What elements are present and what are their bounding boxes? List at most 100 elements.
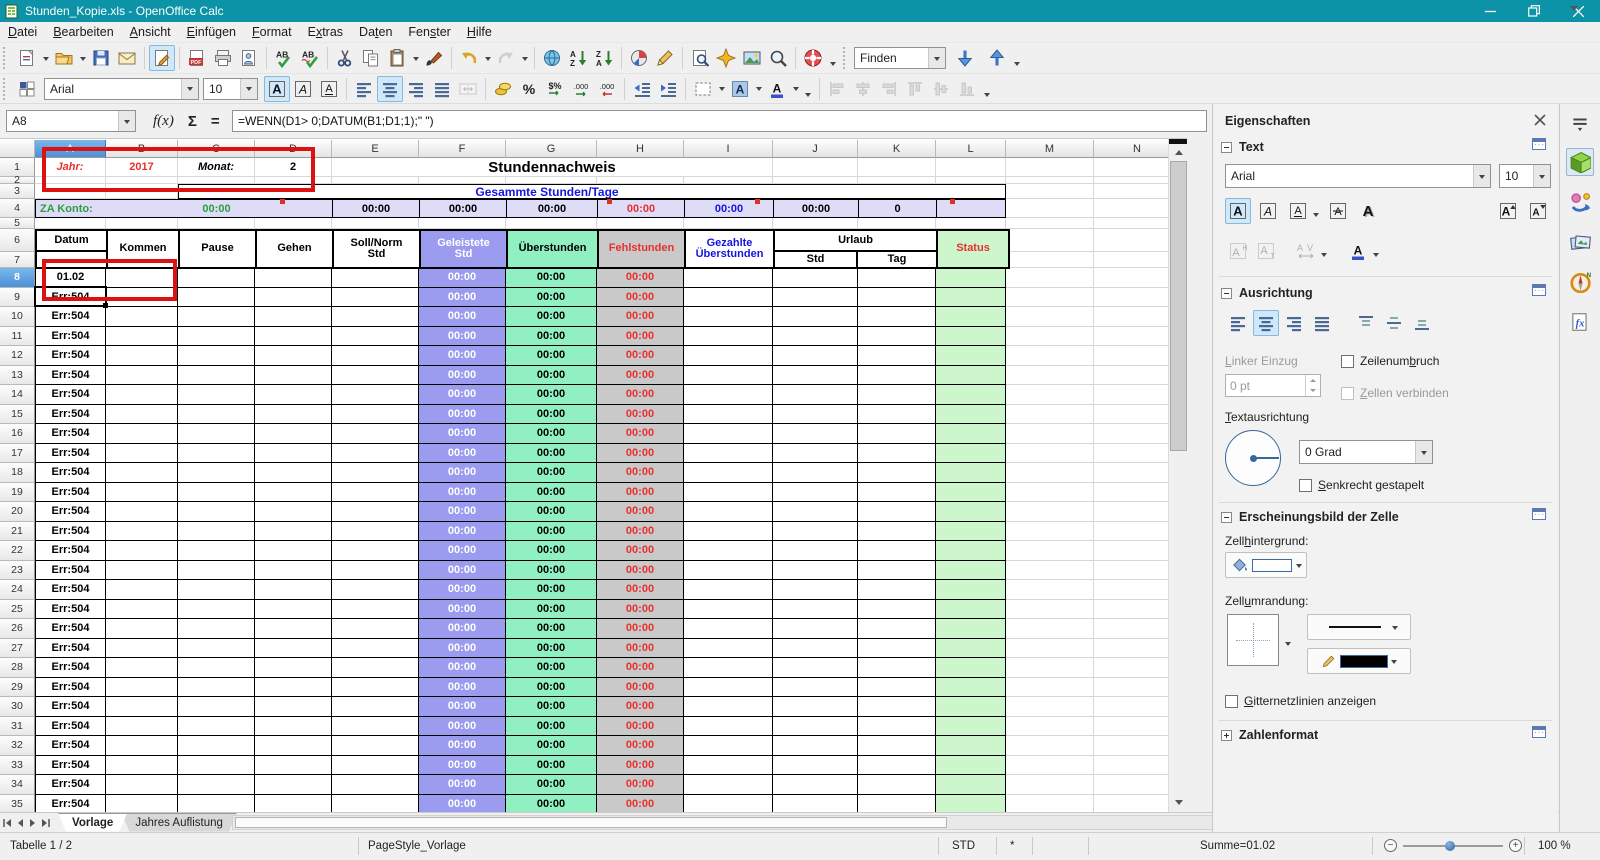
section-cell-appearance[interactable]: Erscheinungsbild der Zelle <box>1221 510 1399 524</box>
sidebar-center-vertically-button[interactable] <box>1381 310 1407 336</box>
cell-B29[interactable] <box>106 677 178 697</box>
cell-D24[interactable] <box>255 580 332 600</box>
cell-C14[interactable] <box>178 385 255 405</box>
cell[interactable] <box>1006 463 1094 483</box>
cell-F17[interactable]: 00:00 <box>419 443 506 463</box>
cell-G34[interactable]: 00:00 <box>506 775 597 795</box>
cell-A35[interactable]: Err:504 <box>35 794 106 812</box>
cell[interactable] <box>1006 677 1094 697</box>
cell-K27[interactable] <box>858 638 936 658</box>
cell-D14[interactable] <box>255 385 332 405</box>
cell-H18[interactable]: 00:00 <box>597 463 684 483</box>
cell-A27[interactable]: Err:504 <box>35 638 106 658</box>
cell-L27[interactable] <box>936 638 1006 658</box>
toolbar-grip[interactable] <box>3 47 11 69</box>
obj-align-left-button[interactable] <box>824 76 850 102</box>
cell[interactable] <box>1006 199 1094 218</box>
hyperlink-button[interactable] <box>539 45 565 71</box>
cell-D17[interactable] <box>255 443 332 463</box>
cell[interactable] <box>773 158 858 177</box>
cell-C35[interactable] <box>178 794 255 812</box>
rotation-dial[interactable] <box>1225 430 1281 486</box>
cell-D28[interactable] <box>255 658 332 678</box>
cell[interactable] <box>1006 177 1094 184</box>
cell-F26[interactable]: 00:00 <box>419 619 506 639</box>
cell-B35[interactable] <box>106 794 178 812</box>
cell[interactable] <box>1006 229 1094 252</box>
zoom-level[interactable]: 100 % <box>1538 840 1571 852</box>
cell-C25[interactable] <box>178 599 255 619</box>
cell-K20[interactable] <box>858 502 936 522</box>
border-preset-dropdown-icon[interactable] <box>1285 642 1291 649</box>
row-header-20[interactable]: 20 <box>0 502 35 522</box>
cell-K22[interactable] <box>858 541 936 561</box>
open-dropdown-icon[interactable] <box>77 45 88 71</box>
cell-A13[interactable]: Err:504 <box>35 365 106 385</box>
cell-A16[interactable]: Err:504 <box>35 424 106 444</box>
cell[interactable] <box>773 218 858 229</box>
cell-I13[interactable] <box>684 365 773 385</box>
row-header-29[interactable]: 29 <box>0 677 35 697</box>
cell-A29[interactable]: Err:504 <box>35 677 106 697</box>
cell-G13[interactable]: 00:00 <box>506 365 597 385</box>
cell-B28[interactable] <box>106 658 178 678</box>
cell-J18[interactable] <box>773 463 858 483</box>
cell-E24[interactable] <box>332 580 419 600</box>
cell-appearance-dialog-launcher-icon[interactable] <box>1532 508 1546 520</box>
border-line-color-button[interactable] <box>1307 648 1411 674</box>
font-size-select[interactable]: 10 <box>203 77 258 100</box>
cell-G20[interactable]: 00:00 <box>506 502 597 522</box>
sidebar-tab-properties[interactable] <box>1566 148 1594 176</box>
total-hours-title[interactable]: Gesammte Stunden/Tage <box>178 184 1006 199</box>
cell[interactable] <box>255 218 332 229</box>
sort-descending-button[interactable]: ZA <box>591 45 617 71</box>
cell-E22[interactable] <box>332 541 419 561</box>
cell-I17[interactable] <box>684 443 773 463</box>
column-header-G[interactable]: G <box>506 140 597 158</box>
zoom-slider-thumb[interactable] <box>1445 840 1455 851</box>
cell[interactable] <box>419 177 506 184</box>
row-header-32[interactable]: 32 <box>0 736 35 756</box>
auto-spellcheck-button[interactable]: AB <box>297 45 323 71</box>
cell-J26[interactable] <box>773 619 858 639</box>
cell-J8[interactable] <box>773 268 858 288</box>
wrap-text-checkbox[interactable]: Zeilenumbruch <box>1341 354 1439 368</box>
row-header-9[interactable]: 9 <box>0 287 35 307</box>
cell-C20[interactable] <box>178 502 255 522</box>
cell-I30[interactable] <box>684 697 773 717</box>
toolbar-overflow-icon[interactable] <box>801 76 815 102</box>
page-style[interactable]: PageStyle_Vorlage <box>368 840 466 852</box>
cell-E27[interactable] <box>332 638 419 658</box>
cell-F21[interactable]: 00:00 <box>419 521 506 541</box>
cell-I33[interactable] <box>684 755 773 775</box>
cell-C27[interactable] <box>178 638 255 658</box>
cell-B27[interactable] <box>106 638 178 658</box>
cell-L16[interactable] <box>936 424 1006 444</box>
cell-H28[interactable]: 00:00 <box>597 658 684 678</box>
cell-G12[interactable]: 00:00 <box>506 346 597 366</box>
cell-L32[interactable] <box>936 736 1006 756</box>
decrease-indent-button[interactable] <box>629 76 655 102</box>
cell-E4[interactable]: 00:00 <box>332 199 419 218</box>
row-header-5[interactable]: 5 <box>0 217 35 229</box>
cell-I18[interactable] <box>684 463 773 483</box>
find-next-button[interactable] <box>952 45 978 71</box>
sidebar-tab-functions[interactable]: fx <box>1566 308 1594 336</box>
toolbar-overflow-icon[interactable] <box>1010 45 1024 71</box>
cell-J16[interactable] <box>773 424 858 444</box>
cell-G18[interactable]: 00:00 <box>506 463 597 483</box>
scroll-up-icon[interactable] <box>1170 144 1187 160</box>
header-status[interactable]: Status <box>938 231 1008 267</box>
cell-A17[interactable]: Err:504 <box>35 443 106 463</box>
cell-C23[interactable] <box>178 560 255 580</box>
cell-D22[interactable] <box>255 541 332 561</box>
column-header-H[interactable]: H <box>597 140 684 158</box>
cell-E25[interactable] <box>332 599 419 619</box>
row-header-30[interactable]: 30 <box>0 697 35 717</box>
cell-E9[interactable] <box>332 287 419 307</box>
sidebar-superscript-button[interactable]: AH <box>1225 238 1251 264</box>
open-button[interactable] <box>51 45 77 71</box>
cell-C28[interactable] <box>178 658 255 678</box>
cell-L34[interactable] <box>936 775 1006 795</box>
cell-C29[interactable] <box>178 677 255 697</box>
